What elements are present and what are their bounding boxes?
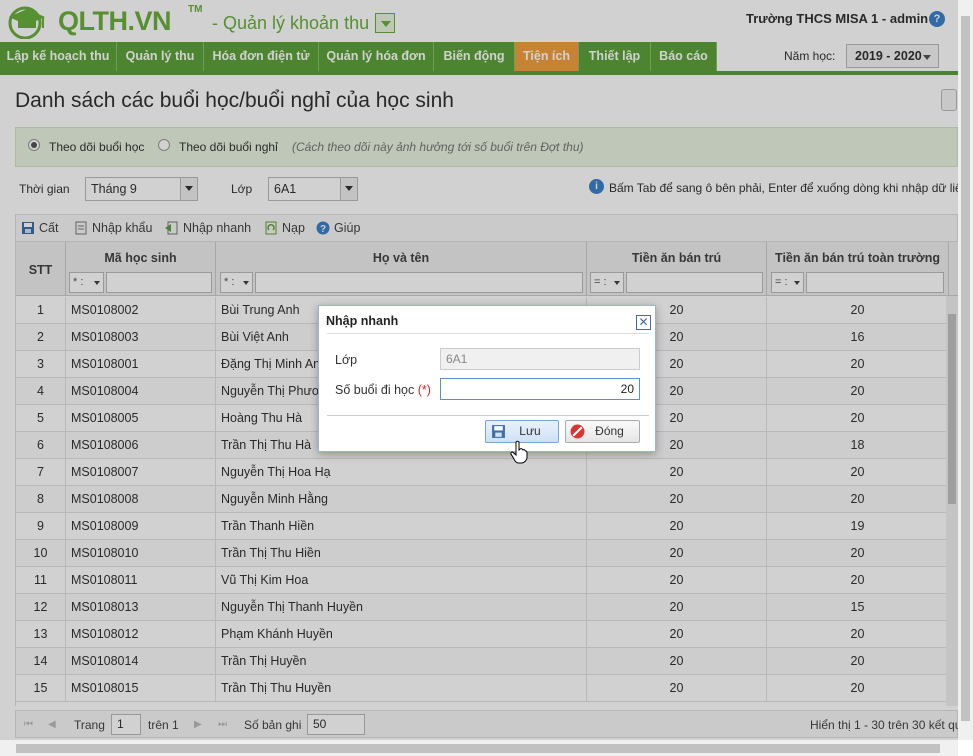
floppy-icon [492,425,505,438]
dialog-sessions-label: Số buổi đi học (*) [335,383,431,397]
dialog-close-label: Đóng [595,424,624,438]
dialog-title: Nhập nhanh [326,314,399,328]
page-vscroll-thumb[interactable] [961,16,970,721]
close-icon[interactable]: ✕ [636,315,651,330]
dialog-class-field: 6A1 [440,348,640,370]
required-mark: (*) [417,383,431,397]
page-vertical-scrollbar[interactable] [958,0,973,740]
dialog-save-label: Lưu [519,424,541,438]
quick-entry-dialog: Nhập nhanh ✕ Lớp 6A1 Số buổi đi học (*) … [318,305,656,452]
dialog-body: Lớp 6A1 Số buổi đi học (*) 20 [327,333,649,416]
dialog-class-label: Lớp [335,353,358,367]
stop-icon [570,424,585,439]
page-hscroll-thumb[interactable] [16,744,940,753]
dialog-sessions-label-text: Số buổi đi học [335,383,415,397]
dialog-close-button[interactable]: Đóng [565,420,640,443]
page-horizontal-scrollbar[interactable] [0,740,958,756]
dialog-sessions-input[interactable]: 20 [440,378,640,400]
hand-cursor-icon [510,440,528,464]
